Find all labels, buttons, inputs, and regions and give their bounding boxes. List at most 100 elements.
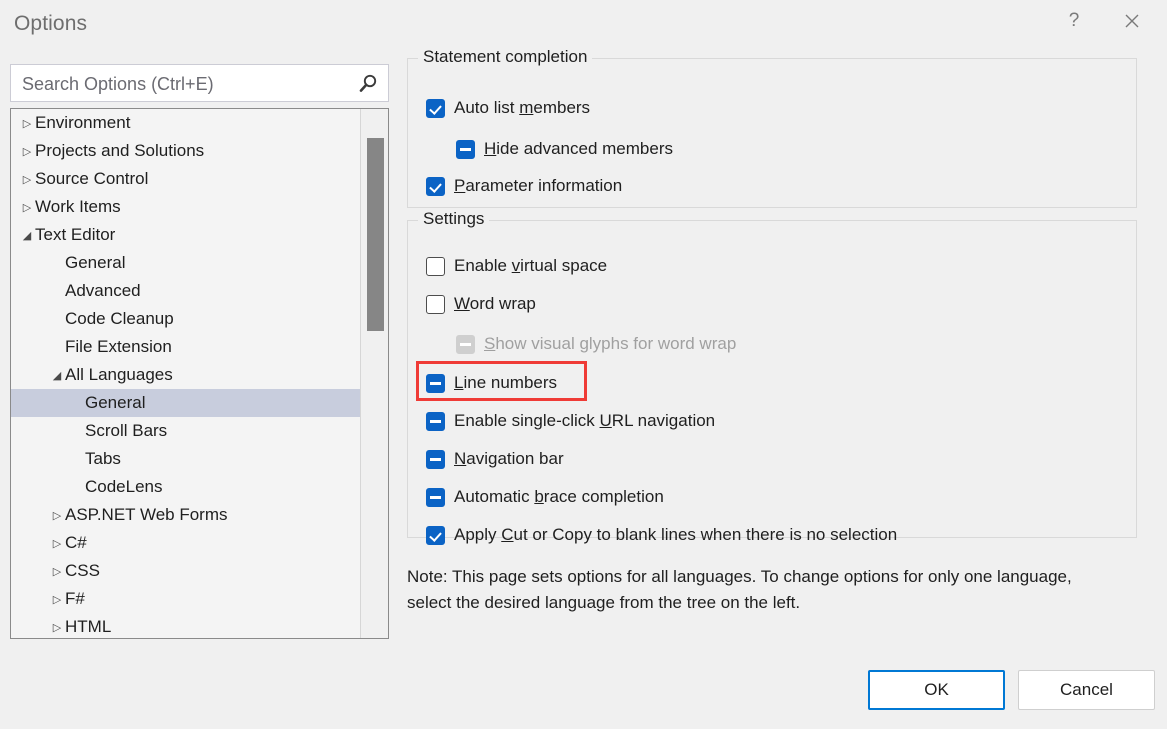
tree-item-label: Work Items	[35, 197, 121, 216]
tree-item-f[interactable]: ▷ F#	[11, 585, 360, 613]
tree-item-label: HTML	[65, 617, 112, 636]
dash-icon[interactable]	[426, 487, 445, 507]
checkbox-enable-virtual-space[interactable]: Enable virtual space	[426, 256, 607, 276]
title-bar: Options ?	[0, 0, 1167, 50]
chevron-down-icon[interactable]: ◢	[19, 222, 35, 250]
tree-item-advanced[interactable]: Advanced	[11, 277, 360, 305]
ok-button[interactable]: OK	[868, 670, 1005, 710]
label-mnemonic: W	[454, 294, 470, 313]
tree-item-label: Scroll Bars	[85, 421, 168, 440]
label-suffix: race completion	[543, 487, 664, 506]
checkmark-icon[interactable]	[426, 98, 445, 118]
label-suffix: RL navigation	[611, 411, 716, 430]
label-suffix: ine numbers	[463, 373, 558, 392]
tree-item-c[interactable]: ▷ C#	[11, 529, 360, 557]
tree-item-tabs[interactable]: Tabs	[11, 445, 360, 473]
tree-item-text-editor[interactable]: ◢ Text Editor	[11, 221, 360, 249]
empty-checkbox-icon[interactable]	[426, 256, 445, 276]
chevron-down-icon[interactable]: ◢	[49, 362, 65, 390]
search-box[interactable]	[10, 64, 389, 103]
statement-completion-group: Statement completion Auto list members Hi…	[407, 47, 1137, 208]
checkmark-icon[interactable]	[426, 525, 445, 545]
tree-item-label: Source Control	[35, 169, 149, 188]
tree-item-label: CSS	[65, 561, 100, 580]
chevron-right-icon[interactable]: ▷	[19, 138, 35, 166]
checkmark-icon[interactable]	[426, 176, 445, 196]
cancel-button[interactable]: Cancel	[1018, 670, 1155, 710]
checkbox-apply-cut-or-copy-to-blank-lines-when-there-is[interactable]: Apply Cut or Copy to blank lines when th…	[426, 525, 897, 545]
tree-item-projects-and-solutions[interactable]: ▷ Projects and Solutions	[11, 137, 360, 165]
checkbox-label: Show visual glyphs for word wrap	[484, 334, 736, 354]
tree-item-work-items[interactable]: ▷ Work Items	[11, 193, 360, 221]
label-mnemonic: H	[484, 139, 497, 158]
chevron-right-icon[interactable]: ▷	[49, 614, 65, 638]
tree-item-label: Tabs	[85, 449, 121, 468]
settings-title: Settings	[418, 209, 490, 229]
chevron-right-icon[interactable]: ▷	[49, 530, 65, 558]
tree-item-source-control[interactable]: ▷ Source Control	[11, 165, 360, 193]
tree-item-general[interactable]: General	[11, 389, 360, 417]
tree-item-label: General	[65, 253, 126, 272]
checkbox-enable-single-click-url-navigation[interactable]: Enable single-click URL navigation	[426, 411, 715, 431]
tree-item-all-languages[interactable]: ◢ All Languages	[11, 361, 360, 389]
checkbox-parameter-information[interactable]: Parameter information	[426, 176, 622, 196]
options-panel: Statement completion Auto list members Hi…	[407, 47, 1137, 545]
options-tree[interactable]: ▷ Environment ▷ Projects and Solutions ▷ Sour…	[10, 108, 389, 639]
label-suffix: arameter information	[465, 176, 623, 195]
tree-scrollbar[interactable]	[360, 109, 388, 638]
chevron-right-icon[interactable]: ▷	[19, 110, 35, 138]
tree-item-codelens[interactable]: CodeLens	[11, 473, 360, 501]
tree-list: ▷ Environment ▷ Projects and Solutions ▷ Sour…	[11, 109, 360, 638]
search-input[interactable]	[20, 65, 344, 103]
dash-icon[interactable]	[426, 411, 445, 431]
label-prefix: Apply	[454, 525, 502, 544]
dash-icon[interactable]	[426, 449, 445, 469]
tree-item-label: CodeLens	[85, 477, 163, 496]
checkbox-line-numbers[interactable]: Line numbers	[426, 373, 557, 393]
chevron-right-icon[interactable]: ▷	[19, 166, 35, 194]
tree-item-code-cleanup[interactable]: Code Cleanup	[11, 305, 360, 333]
chevron-right-icon[interactable]: ▷	[19, 194, 35, 222]
checkbox-label: Hide advanced members	[484, 139, 673, 159]
help-button[interactable]: ?	[1051, 0, 1097, 42]
chevron-right-icon[interactable]: ▷	[49, 502, 65, 530]
checkbox-hide-advanced-members[interactable]: Hide advanced members	[456, 139, 673, 159]
tree-item-label: Environment	[35, 113, 131, 132]
checkbox-label: Line numbers	[454, 373, 557, 393]
checkbox-label: Automatic brace completion	[454, 487, 664, 507]
checkbox-word-wrap[interactable]: Word wrap	[426, 294, 536, 314]
question-mark-icon: ?	[1068, 10, 1080, 31]
label-prefix: Enable	[454, 256, 512, 275]
checkbox-automatic-brace-completion[interactable]: Automatic brace completion	[426, 487, 664, 507]
tree-item-label: ASP.NET Web Forms	[65, 505, 228, 524]
label-prefix: Enable single-click	[454, 411, 600, 430]
close-button[interactable]	[1109, 0, 1155, 42]
tree-item-asp-net-web-forms[interactable]: ▷ ASP.NET Web Forms	[11, 501, 360, 529]
scrollbar-thumb[interactable]	[367, 138, 384, 331]
checkbox-auto-list-members[interactable]: Auto list members	[426, 98, 590, 118]
tree-item-general[interactable]: General	[11, 249, 360, 277]
dash-icon[interactable]	[426, 373, 445, 393]
tree-item-environment[interactable]: ▷ Environment	[11, 109, 360, 137]
dash-icon[interactable]	[456, 139, 475, 159]
tree-item-scroll-bars[interactable]: Scroll Bars	[11, 417, 360, 445]
checkbox-navigation-bar[interactable]: Navigation bar	[426, 449, 564, 469]
label-mnemonic: P	[454, 176, 466, 195]
checkbox-label: Apply Cut or Copy to blank lines when th…	[454, 525, 897, 545]
chevron-right-icon[interactable]: ▷	[49, 586, 65, 614]
tree-item-label: Code Cleanup	[65, 309, 174, 328]
label-mnemonic: v	[511, 256, 521, 275]
search-icon[interactable]	[356, 72, 380, 96]
empty-checkbox-icon[interactable]	[426, 294, 445, 314]
tree-item-css[interactable]: ▷ CSS	[11, 557, 360, 585]
tree-item-file-extension[interactable]: File Extension	[11, 333, 360, 361]
options-dialog: Options ? ▷Environment▷Projects and Solu…	[0, 0, 1167, 729]
tree-item-label: Projects and Solutions	[35, 141, 205, 160]
tree-item-html[interactable]: ▷ HTML	[11, 613, 360, 638]
chevron-right-icon[interactable]: ▷	[49, 558, 65, 586]
checkbox-label: Word wrap	[454, 294, 536, 314]
checkbox-label: Enable virtual space	[454, 256, 607, 276]
label-suffix: ord wrap	[469, 294, 536, 313]
label-mnemonic: b	[534, 487, 544, 506]
label-suffix: how visual glyphs for word wrap	[495, 334, 737, 353]
